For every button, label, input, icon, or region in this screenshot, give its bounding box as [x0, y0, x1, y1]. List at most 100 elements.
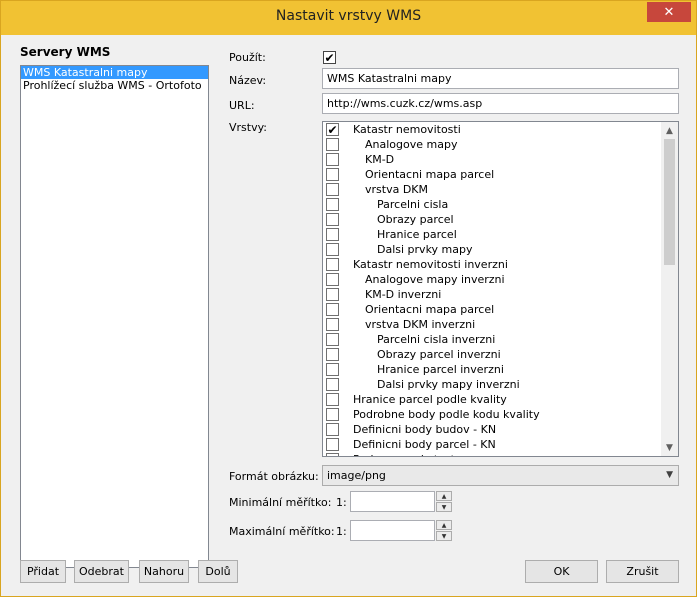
move-up-button[interactable]: Nahoru	[139, 560, 189, 583]
layer-label: Parcelni cisla inverzni	[377, 333, 496, 346]
layer-row[interactable]: Podrobne body podle kodu kvality	[323, 407, 662, 422]
spin-down-icon[interactable]: ▼	[436, 531, 452, 541]
layer-checkbox[interactable]	[326, 138, 339, 151]
format-select[interactable]: image/png ▼	[322, 465, 679, 486]
spin-up-icon[interactable]: ▲	[436, 520, 452, 530]
layer-label: KM-D inverzni	[365, 288, 442, 301]
layer-row[interactable]: Orientacni mapa parcel	[323, 167, 662, 182]
layer-checkbox[interactable]	[326, 318, 339, 331]
layer-row[interactable]: Dalsi prvky mapy inverzni	[323, 377, 662, 392]
cancel-button[interactable]: Zrušit	[606, 560, 679, 583]
layer-checkbox[interactable]	[326, 153, 339, 166]
layer-row[interactable]: KM-D	[323, 152, 662, 167]
check-icon: ✔	[327, 122, 338, 137]
close-icon: ✕	[663, 4, 675, 20]
layer-checkbox[interactable]	[326, 303, 339, 316]
layer-row[interactable]: Parcelni cisla	[323, 197, 662, 212]
spin-down-icon[interactable]: ▼	[436, 502, 452, 512]
layer-label: Analogove mapy inverzni	[365, 273, 505, 286]
layer-label: Katastr nemovitosti	[353, 123, 461, 136]
layer-label: Definicni body budov - KN	[353, 423, 497, 436]
layer-row[interactable]: Analogove mapy	[323, 137, 662, 152]
layer-row[interactable]: Obrazy parcel inverzni	[323, 347, 662, 362]
layer-row[interactable]: Katastr nemovitosti inverzni	[323, 257, 662, 272]
move-down-button[interactable]: Dolů	[198, 560, 238, 583]
layer-checkbox[interactable]	[326, 333, 339, 346]
layer-checkbox[interactable]	[326, 393, 339, 406]
use-label: Použít:	[229, 51, 266, 64]
name-input[interactable]: WMS Katastralni mapy	[322, 68, 679, 89]
min-scale-input[interactable]	[350, 491, 435, 512]
layer-checkbox[interactable]	[326, 378, 339, 391]
use-checkbox[interactable]: ✔	[323, 51, 336, 64]
remove-button[interactable]: Odebrat	[74, 560, 129, 583]
layers-scrollbar[interactable]: ▲ ▼	[661, 122, 678, 456]
layer-checkbox[interactable]	[326, 348, 339, 361]
layer-checkbox[interactable]	[326, 453, 339, 456]
layer-row[interactable]: ✔ Katastr nemovitosti	[323, 122, 662, 137]
layer-row[interactable]: Orientacni mapa parcel	[323, 302, 662, 317]
layer-checkbox[interactable]	[326, 198, 339, 211]
check-icon: ✔	[324, 50, 335, 65]
layer-label: Dalsi prvky mapy inverzni	[377, 378, 520, 391]
layer-checkbox[interactable]	[326, 273, 339, 286]
layer-row[interactable]: Hranice parcel podle kvality	[323, 392, 662, 407]
min-scale-stepper[interactable]: ▲ ▼	[436, 491, 452, 512]
max-scale-prefix: 1:	[336, 525, 347, 538]
scroll-up-icon[interactable]: ▲	[661, 122, 678, 139]
layer-label: Parcelni cisla	[377, 198, 449, 211]
layers-label: Vrstvy:	[229, 121, 268, 134]
server-item[interactable]: WMS Katastralni mapy	[21, 66, 208, 79]
layer-checkbox[interactable]	[326, 228, 339, 241]
layer-checkbox[interactable]	[326, 213, 339, 226]
layer-row[interactable]: KM-D inverzni	[323, 287, 662, 302]
scroll-down-icon[interactable]: ▼	[661, 439, 678, 456]
layer-checkbox[interactable]	[326, 258, 339, 271]
layer-checkbox[interactable]	[326, 363, 339, 376]
layer-label: Analogove mapy	[365, 138, 458, 151]
layer-row[interactable]: vrstva DKM inverzni	[323, 317, 662, 332]
layer-checkbox[interactable]: ✔	[326, 123, 339, 136]
ok-button[interactable]: OK	[525, 560, 598, 583]
layer-row[interactable]: Parcelni cisla inverzni	[323, 332, 662, 347]
scroll-thumb[interactable]	[664, 139, 675, 265]
layer-label: Podrobne body podle kodu kvality	[353, 408, 540, 421]
format-label: Formát obrázku:	[229, 470, 319, 483]
layer-row[interactable]: Definicni body budov - KN	[323, 422, 662, 437]
layer-checkbox[interactable]	[326, 438, 339, 451]
max-scale-input[interactable]	[350, 520, 435, 541]
layer-checkbox[interactable]	[326, 243, 339, 256]
chevron-down-icon: ▼	[666, 470, 673, 480]
close-button[interactable]: ✕	[647, 2, 691, 22]
layer-row[interactable]: Hranice parcel	[323, 227, 662, 242]
layer-label: Obrazy parcel	[377, 213, 454, 226]
server-item[interactable]: Prohlížecí služba WMS - Ortofoto	[21, 79, 208, 92]
layer-checkbox[interactable]	[326, 288, 339, 301]
servers-list[interactable]: WMS Katastralni mapy Prohlížecí služba W…	[20, 65, 209, 568]
dialog-window: Nastavit vrstvy WMS ✕ Servery WMS WMS Ka…	[0, 0, 697, 597]
layer-row[interactable]: Dalsi prvky mapy	[323, 242, 662, 257]
layer-row[interactable]: Hranice parcel inverzni	[323, 362, 662, 377]
layer-checkbox[interactable]	[326, 183, 339, 196]
max-scale-stepper[interactable]: ▲ ▼	[436, 520, 452, 541]
layer-checkbox[interactable]	[326, 423, 339, 436]
format-value: image/png	[327, 469, 386, 482]
window-title: Nastavit vrstvy WMS	[275, 8, 422, 24]
spin-up-icon[interactable]: ▲	[436, 491, 452, 501]
servers-heading: Servery WMS	[20, 45, 111, 59]
url-input[interactable]: http://wms.cuzk.cz/wms.asp	[322, 93, 679, 114]
layer-row[interactable]: Prvky mapy katastru	[323, 452, 662, 456]
layer-label: Hranice parcel inverzni	[377, 363, 504, 376]
name-label: Název:	[229, 74, 267, 87]
layer-checkbox[interactable]	[326, 408, 339, 421]
layer-row[interactable]: vrstva DKM	[323, 182, 662, 197]
add-button[interactable]: Přidat	[20, 560, 66, 583]
layer-row[interactable]: Obrazy parcel	[323, 212, 662, 227]
layers-list[interactable]: ✔ Katastr nemovitosti Analogove mapy KM-D Or…	[322, 121, 679, 457]
layer-label: Orientacni mapa parcel	[365, 303, 495, 316]
layer-row[interactable]: Definicni body parcel - KN	[323, 437, 662, 452]
layer-row[interactable]: Analogove mapy inverzni	[323, 272, 662, 287]
layer-label: KM-D	[365, 153, 395, 166]
title-bar[interactable]: Nastavit vrstvy WMS ✕	[1, 1, 696, 35]
layer-checkbox[interactable]	[326, 168, 339, 181]
